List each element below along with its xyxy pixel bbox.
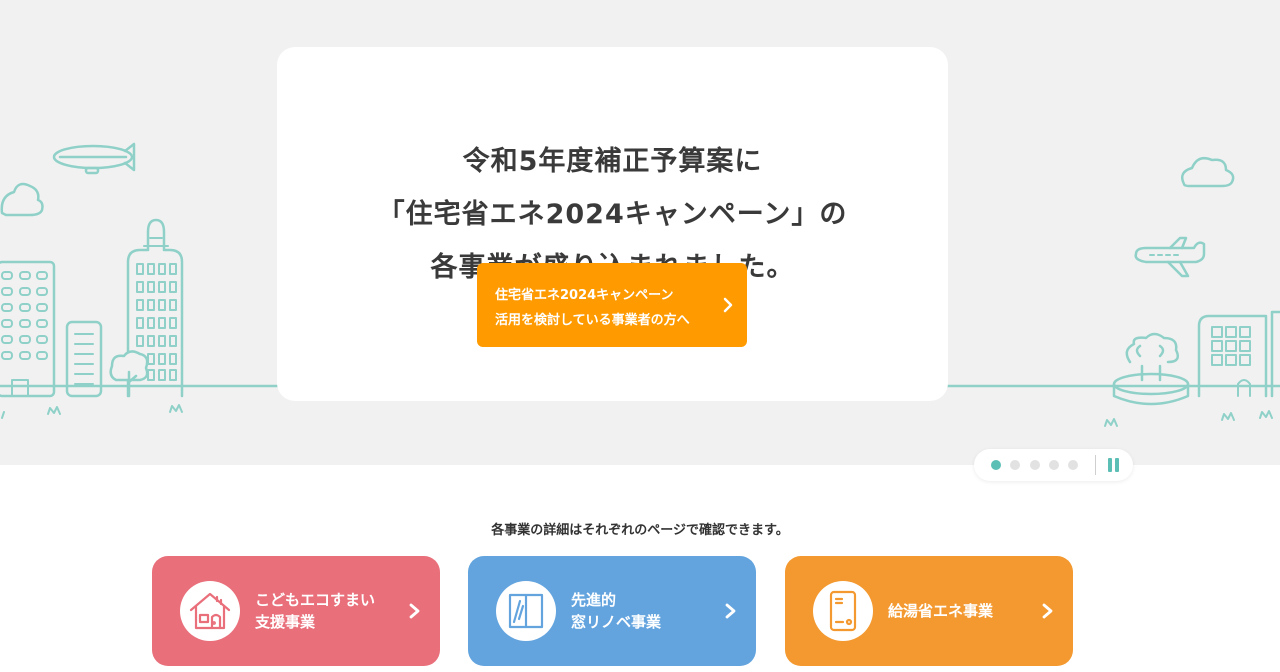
program-label: こどもエコすまい 支援事業 (255, 556, 375, 666)
program-label-line-1: こどもエコすまい (255, 591, 376, 609)
business-cta-button[interactable]: 住宅省エネ2024キャンペーン 活用を検討している事業者の方へ (477, 263, 747, 347)
cta-line-1: 住宅省エネ2024キャンペーン (495, 288, 674, 303)
headline-line-1: 令和5年度補正予算案に (462, 146, 763, 177)
hero-banner: 令和5年度補正予算案に 「住宅省エネ2024キャンペーン」の 各事業が盛り込まれ… (0, 0, 1280, 465)
slide-dot-3[interactable] (1030, 460, 1040, 470)
chevron-right-icon (1042, 603, 1053, 619)
slide-dot-2[interactable] (1010, 460, 1020, 470)
program-label: 給湯省エネ事業 (888, 556, 993, 666)
slide-dot-1[interactable] (991, 460, 1001, 470)
chevron-right-icon (723, 297, 733, 313)
program-card-kodomo-eco[interactable]: こどもエコすまい 支援事業 (152, 556, 440, 666)
slide-dot-5[interactable] (1068, 460, 1078, 470)
chevron-right-icon (409, 603, 420, 619)
program-card-window-renovation[interactable]: 先進的 窓リノベ事業 (468, 556, 756, 666)
program-label-line-2: 支援事業 (255, 613, 316, 631)
hero-card: 令和5年度補正予算案に 「住宅省エネ2024キャンペーン」の 各事業が盛り込まれ… (277, 47, 948, 401)
window-icon (496, 581, 556, 641)
cta-line-2: 活用を検討している事業者の方へ (495, 313, 690, 328)
controls-divider (1095, 455, 1096, 475)
pause-icon[interactable] (1107, 458, 1121, 472)
water-heater-icon (813, 581, 873, 641)
house-icon (180, 581, 240, 641)
program-label-line-2: 窓リノベ事業 (571, 613, 662, 631)
headline-line-2: 「住宅省エネ2024キャンペーン」の (377, 199, 848, 230)
slide-dot-4[interactable] (1049, 460, 1059, 470)
program-label-line-1: 給湯省エネ事業 (888, 602, 994, 620)
program-label-line-1: 先進的 (571, 591, 617, 609)
program-card-water-heater[interactable]: 給湯省エネ事業 (785, 556, 1073, 666)
slider-controls (974, 449, 1133, 481)
chevron-right-icon (725, 603, 736, 619)
program-label: 先進的 窓リノベ事業 (571, 556, 661, 666)
intro-text: 各事業の詳細はそれぞれのページで確認できます。 (491, 523, 789, 538)
